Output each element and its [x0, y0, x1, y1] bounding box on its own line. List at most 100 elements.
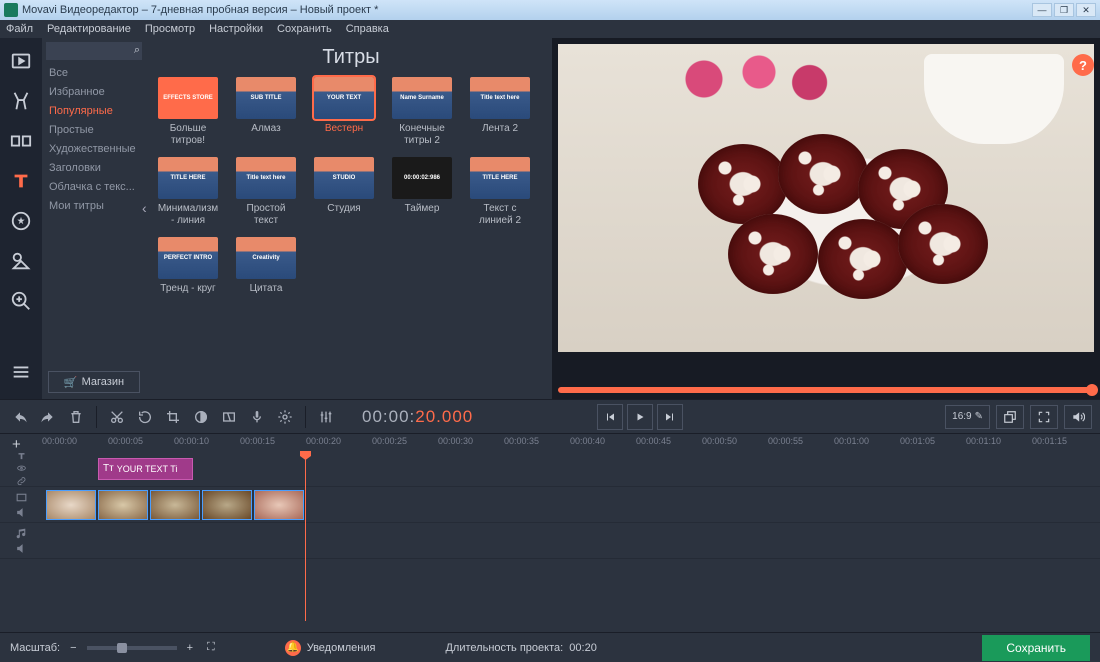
tool-stickers[interactable]	[2, 202, 40, 240]
store-button[interactable]: 🛒 Магазин	[48, 371, 140, 393]
transition-button[interactable]	[217, 405, 241, 429]
search-input[interactable]	[46, 42, 142, 60]
play-button[interactable]	[627, 404, 653, 430]
tool-zoom[interactable]	[2, 282, 40, 320]
title-thumb[interactable]: Title text hereЛента 2	[470, 77, 530, 147]
fit-icon[interactable]: ⛶	[207, 641, 215, 654]
status-bar: Масштаб: − + ⛶ 🔔 Уведомления Длительност…	[0, 632, 1100, 662]
close-button[interactable]: ✕	[1076, 3, 1096, 17]
help-button[interactable]: ?	[1072, 54, 1094, 76]
title-thumb[interactable]: EFFECTS STOREБольше титров!	[158, 77, 218, 147]
speaker-icon[interactable]	[15, 506, 28, 519]
link-icon[interactable]	[15, 476, 28, 486]
video-track-head	[0, 487, 42, 522]
fullscreen-button[interactable]	[1030, 405, 1058, 429]
menu-help[interactable]: Справка	[346, 23, 389, 35]
title-thumb[interactable]: Title text hereПростой текст	[236, 157, 296, 227]
category-list: Все Избранное Популярные Простые Художес…	[46, 64, 142, 216]
cat-popular[interactable]: Популярные	[46, 102, 142, 121]
ruler-tick: 00:00:40	[570, 436, 605, 446]
title-thumb[interactable]: PERFECT INTROТренд - круг	[158, 237, 218, 295]
rotate-button[interactable]	[133, 405, 157, 429]
tool-more[interactable]	[2, 353, 40, 391]
cat-artistic[interactable]: Художественные	[46, 140, 142, 159]
tool-import[interactable]	[2, 42, 40, 80]
notif-label: Уведомления	[307, 642, 376, 654]
cut-button[interactable]	[105, 405, 129, 429]
ruler-tick: 00:01:05	[900, 436, 935, 446]
video-track	[0, 487, 1100, 523]
thumb-grid: EFFECTS STOREБольше титров! SUB TITLEАлма…	[158, 77, 544, 295]
redo-button[interactable]	[36, 405, 60, 429]
title-thumb[interactable]: SUB TITLEАлмаз	[236, 77, 296, 147]
volume-button[interactable]	[1064, 405, 1092, 429]
collapse-chevron-icon[interactable]: ‹	[142, 200, 147, 216]
ruler-tick: 00:00:15	[240, 436, 275, 446]
menu-view[interactable]: Просмотр	[145, 23, 195, 35]
cat-headers[interactable]: Заголовки	[46, 159, 142, 178]
title-thumb[interactable]: YOUR TEXTВестерн	[314, 77, 374, 147]
title-thumb[interactable]: STUDIOСтудия	[314, 157, 374, 227]
props-button[interactable]	[273, 405, 297, 429]
cat-favorites[interactable]: Избранное	[46, 83, 142, 102]
zoom-slider[interactable]	[87, 646, 177, 650]
notifications[interactable]: 🔔 Уведомления	[285, 640, 376, 656]
menu-file[interactable]: Файл	[6, 23, 33, 35]
prev-button[interactable]	[597, 404, 623, 430]
detach-button[interactable]	[996, 405, 1024, 429]
timeline-ruler[interactable]: + 00:00:0000:00:0500:00:1000:00:1500:00:…	[0, 433, 1100, 451]
crop-button[interactable]	[161, 405, 185, 429]
video-clip[interactable]	[46, 490, 96, 520]
title-thumb[interactable]: TITLE HEREМинимализм - линия	[158, 157, 218, 227]
preview-right-controls: 16:9✎	[945, 405, 1092, 429]
eye-icon[interactable]	[15, 463, 28, 473]
title-thumb[interactable]: CreativityЦитата	[236, 237, 296, 295]
cat-all[interactable]: Все	[46, 64, 142, 83]
video-clip[interactable]	[150, 490, 200, 520]
minimize-button[interactable]: —	[1032, 3, 1052, 17]
tool-filters[interactable]	[2, 82, 40, 120]
video-clip[interactable]	[202, 490, 252, 520]
window-titlebar: Movavi Видеоредактор – 7-дневная пробная…	[0, 0, 1100, 20]
video-clip[interactable]	[254, 490, 304, 520]
zoom-in-icon[interactable]: +	[187, 642, 193, 654]
ruler-tick: 00:00:00	[42, 436, 77, 446]
undo-button[interactable]	[8, 405, 32, 429]
maximize-button[interactable]: ❐	[1054, 3, 1074, 17]
menu-settings[interactable]: Настройки	[209, 23, 263, 35]
speaker-icon[interactable]	[15, 542, 28, 555]
next-button[interactable]	[657, 404, 683, 430]
tool-callouts[interactable]	[2, 242, 40, 280]
title-thumb[interactable]: 00:00:02:986Таймер	[392, 157, 452, 227]
eq-button[interactable]	[314, 405, 338, 429]
tool-transitions[interactable]	[2, 122, 40, 160]
aspect-button[interactable]: 16:9✎	[945, 405, 990, 429]
mic-button[interactable]	[245, 405, 269, 429]
title-thumb[interactable]: Name SurnameКонечные титры 2	[392, 77, 452, 147]
video-track-body[interactable]	[42, 487, 1100, 522]
cat-bubbles[interactable]: Облачка с текс...	[46, 178, 142, 197]
color-button[interactable]	[189, 405, 213, 429]
timeline-toolbar: 00:00:20.000 16:9✎	[0, 399, 1100, 433]
preview-canvas[interactable]	[558, 44, 1094, 352]
audio-track-body[interactable]	[42, 523, 1100, 558]
search-clear-icon[interactable]: ⌕	[134, 44, 140, 57]
playhead[interactable]	[305, 451, 306, 621]
menu-save[interactable]: Сохранить	[277, 23, 332, 35]
titles-gallery: Титры EFFECTS STOREБольше титров!SUB TIT…	[146, 38, 552, 399]
title-track-body[interactable]: Tᴛ YOUR TEXT Ti	[42, 451, 1100, 486]
title-clip[interactable]: Tᴛ YOUR TEXT Ti	[98, 458, 193, 480]
save-button[interactable]: Сохранить	[982, 635, 1090, 661]
cat-my[interactable]: Мои титры	[46, 197, 142, 216]
tool-titles[interactable]	[2, 162, 40, 200]
preview-scrubber[interactable]	[558, 387, 1094, 393]
zoom-out-icon[interactable]: −	[70, 642, 76, 654]
delete-button[interactable]	[64, 405, 88, 429]
video-clip[interactable]	[98, 490, 148, 520]
app-icon	[4, 3, 18, 17]
title-thumb[interactable]: TITLE HEREТекст с линией 2	[470, 157, 530, 227]
menu-edit[interactable]: Редактирование	[47, 23, 131, 35]
pencil-icon: ✎	[975, 411, 983, 422]
audio-track-head	[0, 523, 42, 558]
cat-simple[interactable]: Простые	[46, 121, 142, 140]
